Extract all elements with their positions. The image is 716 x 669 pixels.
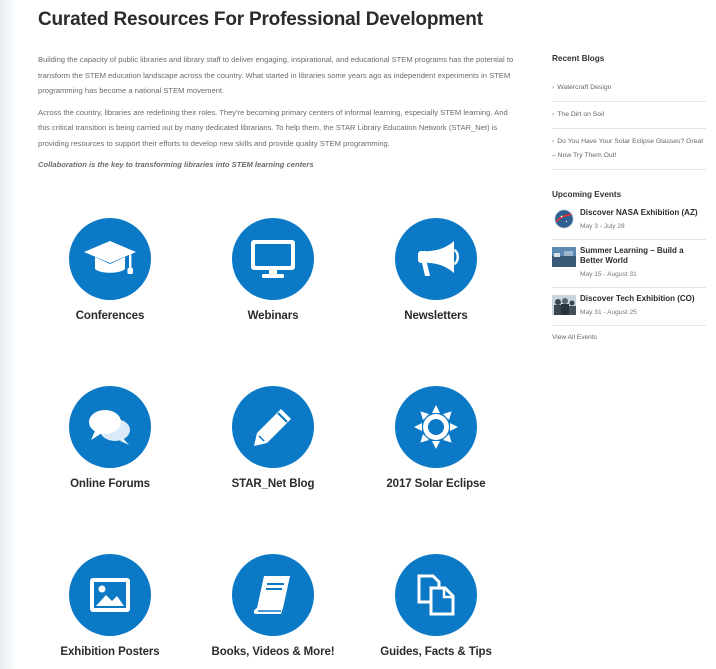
intro-paragraph-1: Building the capacity of public librarie…: [38, 55, 514, 95]
monitor-icon: [251, 240, 295, 278]
sidebar: Recent Blogs › Watercraft Design › The Dir…: [552, 52, 706, 341]
resource-label: STAR_Net Blog: [231, 478, 315, 490]
chevron-right-icon: ›: [552, 84, 555, 91]
event-date: May 15 - August 31: [580, 271, 637, 278]
resource-label: Conferences: [75, 310, 145, 322]
resource-circle: [232, 218, 314, 300]
blog-link[interactable]: › Do You Have Your Solar Eclipse Glasses?…: [552, 129, 706, 170]
resource-circle: [69, 554, 151, 636]
megaphone-icon: [418, 241, 459, 276]
resource-tile-conferences[interactable]: Conferences: [35, 218, 185, 323]
resource-tile-books-videos[interactable]: Books, Videos & More!: [198, 554, 348, 659]
resource-circle: [232, 554, 314, 636]
graduation-cap-icon: [84, 241, 136, 274]
intro-paragraph-2: Across the country, libraries are redefi…: [38, 107, 508, 148]
resource-label: Online Forums: [70, 478, 150, 490]
resource-circle: [69, 218, 151, 300]
book-icon: [253, 576, 290, 614]
event-text: Summer Learning – Build a Better World M…: [580, 246, 706, 279]
event-title: Summer Learning – Build a Better World: [580, 246, 684, 265]
event-date: May 3 - July 28: [580, 223, 625, 230]
intro-text: Building the capacity of public librarie…: [38, 52, 516, 173]
sun-icon: [414, 405, 458, 449]
landscape-thumbnail: [552, 247, 576, 267]
blog-link-label: Do You Have Your Solar Eclipse Glasses? …: [552, 138, 704, 159]
event-item[interactable]: Discover NASA Exhibition (AZ) May 3 - Ju…: [552, 202, 706, 240]
resource-label: Newsletters: [404, 310, 468, 322]
event-item[interactable]: Summer Learning – Build a Better World M…: [552, 240, 706, 288]
blog-link[interactable]: › Watercraft Design: [552, 75, 706, 102]
recent-blogs-heading: Recent Blogs: [552, 54, 605, 63]
main-content: Curated Resources For Professional Devel…: [38, 8, 516, 173]
event-item[interactable]: Discover Tech Exhibition (CO) May 31 - A…: [552, 288, 706, 326]
page-title: Curated Resources For Professional Devel…: [38, 9, 483, 30]
event-date: May 31 - August 25: [580, 309, 637, 316]
chevron-right-icon: ›: [552, 111, 555, 118]
resource-tile-webinars[interactable]: Webinars: [198, 218, 348, 323]
event-title: Discover NASA Exhibition (AZ): [580, 208, 698, 217]
tagline: Collaboration is the key to transforming…: [38, 160, 314, 169]
resource-label: 2017 Solar Eclipse: [386, 478, 486, 490]
event-text: Discover NASA Exhibition (AZ) May 3 - Ju…: [580, 208, 698, 231]
view-all-events-link[interactable]: View All Events: [552, 334, 706, 341]
resource-label: Books, Videos & More!: [211, 646, 335, 658]
event-text: Discover Tech Exhibition (CO) May 31 - A…: [580, 294, 695, 317]
copy-documents-icon: [417, 574, 455, 616]
resource-circle: [395, 386, 477, 468]
nasa-logo-icon: [554, 209, 574, 229]
resource-tile-online-forums[interactable]: Online Forums: [35, 386, 185, 491]
resource-tile-star-net-blog[interactable]: STAR_Net Blog: [198, 386, 348, 491]
people-thumbnail: [552, 295, 576, 315]
blog-link-label: Watercraft Design: [557, 84, 612, 91]
chevron-right-icon: ›: [552, 138, 555, 145]
resource-circle: [395, 218, 477, 300]
picture-icon: [90, 578, 130, 612]
resource-circle: [69, 386, 151, 468]
resource-tile-solar-eclipse[interactable]: 2017 Solar Eclipse: [361, 386, 511, 491]
resource-tile-guides-facts[interactable]: Guides, Facts & Tips: [361, 554, 511, 659]
page-edge-shadow: [0, 0, 16, 669]
resource-label: Exhibition Posters: [60, 646, 160, 658]
blog-link-label: The Dirt on Soil: [557, 111, 605, 118]
resource-tile-newsletters[interactable]: Newsletters: [361, 218, 511, 323]
pencil-icon: [254, 409, 291, 446]
event-title: Discover Tech Exhibition (CO): [580, 294, 695, 303]
upcoming-events-heading: Upcoming Events: [552, 190, 622, 199]
chat-bubbles-icon: [89, 410, 130, 445]
resource-circle: [395, 554, 477, 636]
resource-label: Guides, Facts & Tips: [380, 646, 492, 658]
blog-link[interactable]: › The Dirt on Soil: [552, 102, 706, 129]
resource-label: Webinars: [247, 310, 299, 322]
resource-circle: [232, 386, 314, 468]
resource-tile-exhibition-posters[interactable]: Exhibition Posters: [35, 554, 185, 659]
recent-blogs-list: › Watercraft Design › The Dirt on Soil › Do…: [552, 75, 706, 170]
